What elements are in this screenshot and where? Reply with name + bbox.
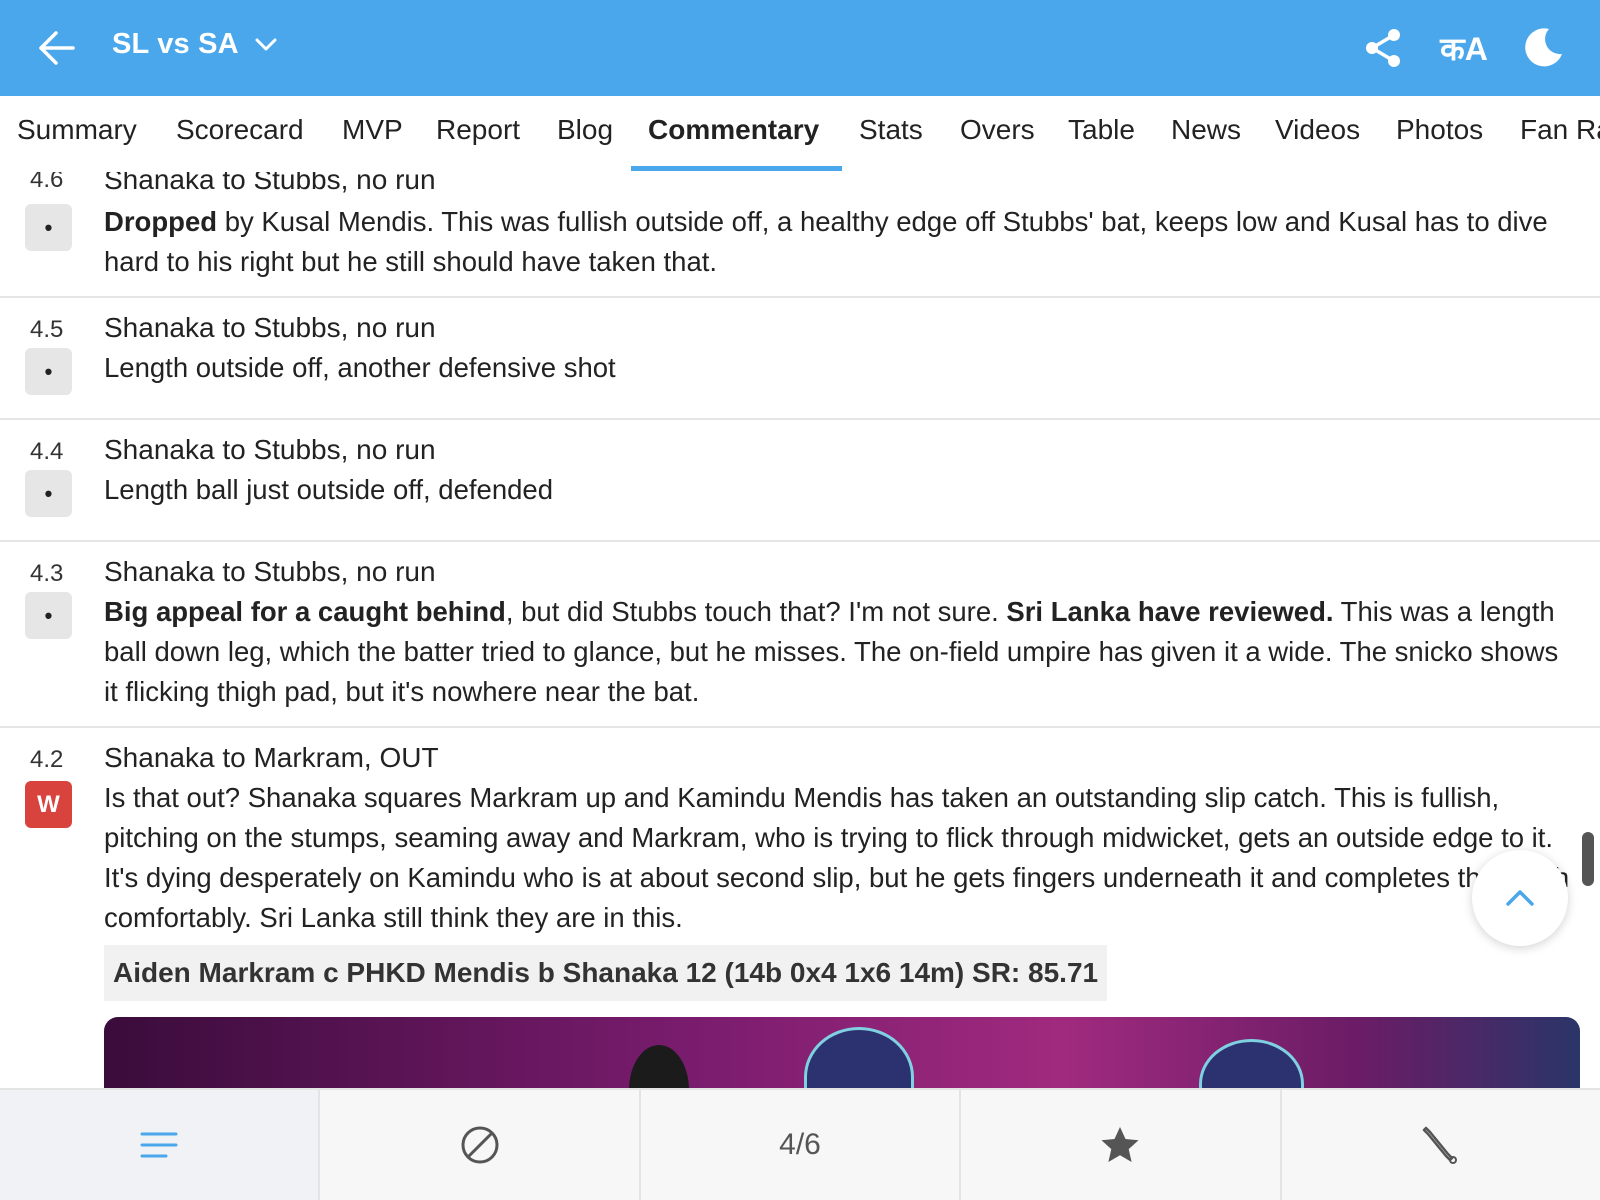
commentary-text: , but did Stubbs touch that? I'm not sur…: [505, 596, 1007, 627]
commentary-highlight: Dropped: [104, 206, 218, 237]
tab-photos[interactable]: Photos: [1396, 114, 1483, 146]
ball-commentary: Length ball just outside off, defended: [104, 474, 554, 505]
ball-headline: Shanaka to Markram, OUT: [104, 742, 439, 773]
ball-commentary: Is that out? Shanaka squares Markram up …: [104, 782, 1570, 933]
bottom-nav-favourites[interactable]: [961, 1090, 1282, 1200]
tab-table[interactable]: Table: [1068, 114, 1135, 146]
share-icon[interactable]: [1362, 26, 1404, 70]
tab-commentary[interactable]: Commentary: [648, 114, 819, 146]
player-silhouette: [629, 1045, 689, 1088]
dot-ball-badge: •: [25, 204, 72, 251]
dot-ball-badge: •: [25, 348, 72, 395]
bottom-nav-scorecard[interactable]: [1282, 1090, 1600, 1200]
tab-stats[interactable]: Stats: [859, 114, 923, 146]
commentary-item: 4.5 • Shanaka to Stubbs, no run Length o…: [0, 298, 1600, 420]
arrow-left-icon[interactable]: [36, 30, 76, 66]
commentary-item: 4.6 • Shanaka to Stubbs, no run Dropped …: [0, 172, 1600, 298]
commentary-feed[interactable]: 4.6 • Shanaka to Stubbs, no run Dropped …: [0, 172, 1600, 1088]
over-number: 4.3: [30, 560, 64, 587]
over-number: 4.5: [30, 316, 64, 343]
player-cap: [804, 1027, 914, 1088]
scrollbar-thumb[interactable]: [1582, 832, 1594, 886]
tab-summary[interactable]: Summary: [17, 114, 137, 146]
ball-headline: Shanaka to Stubbs, no run: [104, 434, 436, 465]
tab-videos[interactable]: Videos: [1275, 114, 1360, 146]
chevron-down-icon: [255, 38, 277, 50]
over-number: 4.6: [30, 172, 64, 193]
ball-headline: Shanaka to Stubbs, no run: [104, 556, 436, 587]
ball-headline: Shanaka to Stubbs, no run: [104, 172, 436, 195]
star-icon: [1101, 1127, 1139, 1162]
commentary-highlight: Big appeal for a caught behind: [104, 596, 506, 627]
player-cap: [1199, 1039, 1304, 1088]
scroll-to-top-button[interactable]: [1472, 850, 1568, 946]
tab-news[interactable]: News: [1171, 114, 1241, 146]
dot-ball-badge: •: [25, 470, 72, 517]
active-tab-indicator: [631, 166, 842, 171]
over-number: 4.2: [30, 746, 64, 773]
tab-fan-ratings[interactable]: Fan Ra: [1520, 114, 1600, 146]
commentary-highlight: Sri Lanka have reviewed.: [1006, 596, 1334, 627]
ball-commentary: Length outside off, another defensive sh…: [104, 352, 616, 383]
dot-ball-badge: •: [25, 592, 72, 639]
match-title: SL vs SA: [112, 28, 239, 60]
tab-overs[interactable]: Overs: [960, 114, 1035, 146]
match-photo[interactable]: [104, 1017, 1580, 1088]
match-selector[interactable]: SL vs SA: [112, 28, 277, 61]
tab-scorecard[interactable]: Scorecard: [176, 114, 304, 146]
tab-report[interactable]: Report: [436, 114, 520, 146]
over-number: 4.4: [30, 438, 64, 465]
ball-headline: Shanaka to Stubbs, no run: [104, 312, 436, 343]
commentary-item: 4.4 • Shanaka to Stubbs, no run Length b…: [0, 420, 1600, 542]
chevron-up-icon: [1506, 890, 1534, 906]
app-bar: SL vs SA कA: [0, 0, 1600, 96]
bottom-nav-commentary[interactable]: [0, 1090, 321, 1200]
menu-lines-icon: [140, 1132, 178, 1158]
tab-bar: Summary Scorecard MVP Report Blog Commen…: [0, 96, 1600, 172]
wicket-badge: W: [25, 781, 72, 828]
tab-mvp[interactable]: MVP: [342, 114, 403, 146]
moon-icon[interactable]: [1520, 26, 1566, 70]
ball-commentary: Big appeal for a caught behind, but did …: [104, 592, 1564, 712]
commentary-text: by Kusal Mendis. This was fullish outsid…: [104, 206, 1548, 277]
bottom-nav: 4/6: [0, 1088, 1600, 1200]
language-icon[interactable]: कA: [1438, 26, 1490, 70]
cricket-ball-icon: [461, 1126, 499, 1164]
ball-commentary: Dropped by Kusal Mendis. This was fullis…: [104, 202, 1564, 282]
bottom-nav-over-progress[interactable]: 4/6: [641, 1090, 962, 1200]
bottom-nav-live[interactable]: [320, 1090, 641, 1200]
tab-blog[interactable]: Blog: [557, 114, 613, 146]
cricket-bat-icon: [1422, 1126, 1457, 1164]
commentary-item: 4.3 • Shanaka to Stubbs, no run Big appe…: [0, 542, 1600, 728]
dismissal-summary: Aiden Markram c PHKD Mendis b Shanaka 12…: [104, 945, 1108, 1001]
